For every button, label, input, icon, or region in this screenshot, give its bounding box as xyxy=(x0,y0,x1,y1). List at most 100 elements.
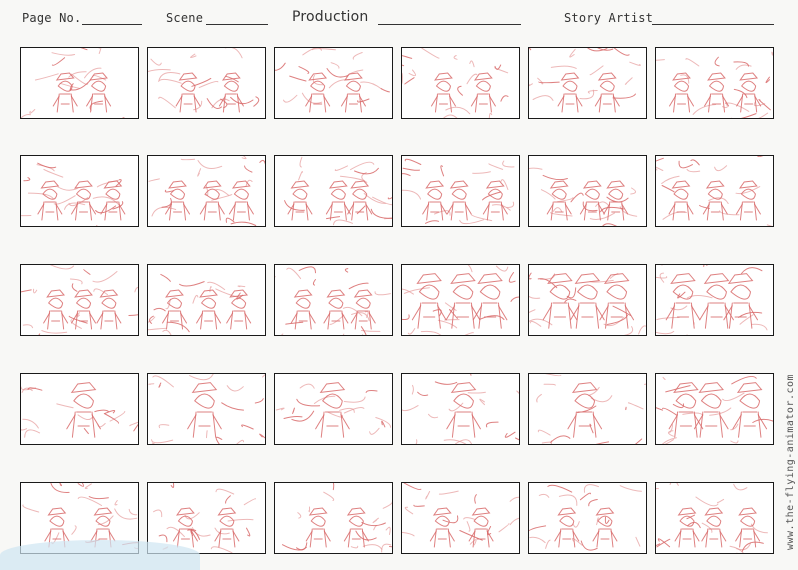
sketch-stroke xyxy=(509,273,515,283)
sketch-stroke xyxy=(597,529,613,547)
sketch-stroke xyxy=(671,335,688,336)
sketch-stroke xyxy=(738,383,762,393)
sketch-stroke xyxy=(607,181,624,188)
storyboard-panel[interactable] xyxy=(20,155,139,227)
sketch-stroke xyxy=(39,334,41,336)
storyboard-panel[interactable] xyxy=(274,155,393,227)
storyboard-panel[interactable] xyxy=(528,482,647,554)
sketch-stroke xyxy=(49,298,63,308)
sketch-stroke xyxy=(414,505,424,506)
sketch-stroke xyxy=(373,518,378,522)
sketch-stroke xyxy=(241,156,246,159)
sketch-stroke xyxy=(656,161,657,170)
sketch-stroke xyxy=(578,285,598,299)
sketch-stroke xyxy=(296,298,310,308)
storyboard-panel[interactable] xyxy=(274,264,393,336)
sketch-stroke xyxy=(705,303,727,328)
sketch-stroke xyxy=(686,59,699,66)
sketch-stroke xyxy=(767,225,774,227)
storyboard-panel[interactable] xyxy=(274,482,393,554)
sketch-stroke xyxy=(421,331,443,336)
sketch-stroke xyxy=(293,189,307,199)
storyboard-panel[interactable] xyxy=(20,264,139,336)
sketch-stroke xyxy=(709,94,725,112)
panel-sketch xyxy=(21,265,139,336)
sketch-stroke xyxy=(581,541,597,550)
sketch-stroke xyxy=(169,181,186,188)
sketch-stroke xyxy=(427,202,443,220)
scene-field[interactable] xyxy=(206,24,268,25)
sketch-stroke xyxy=(295,311,311,329)
sketch-stroke xyxy=(92,81,106,91)
sketch-stroke xyxy=(173,202,183,212)
sketch-stroke xyxy=(490,202,500,212)
storyboard-panel[interactable] xyxy=(528,373,647,445)
storyboard-panel[interactable] xyxy=(401,47,520,119)
sketch-stroke xyxy=(84,270,90,275)
sketch-stroke xyxy=(321,383,345,393)
production-field[interactable] xyxy=(378,24,521,25)
sketch-stroke xyxy=(608,202,624,220)
storyboard-panel[interactable] xyxy=(655,47,774,119)
sketch-stroke xyxy=(599,94,615,112)
sketch-stroke xyxy=(311,81,325,91)
sketch-stroke xyxy=(188,415,222,429)
storyboard-panel[interactable] xyxy=(20,47,139,119)
sketch-stroke xyxy=(600,81,614,91)
storyboard-panel[interactable] xyxy=(274,47,393,119)
storyboard-panel[interactable] xyxy=(147,47,266,119)
page-no-field[interactable] xyxy=(82,24,142,25)
sketch-stroke xyxy=(58,483,62,486)
storyboard-panel[interactable] xyxy=(401,482,520,554)
sketch-stroke xyxy=(471,215,491,221)
storyboard-panel[interactable] xyxy=(20,373,139,445)
storyboard-panel[interactable] xyxy=(147,264,266,336)
storyboard-panel[interactable] xyxy=(655,373,774,445)
sketch-stroke xyxy=(707,202,723,220)
storyboard-panel[interactable] xyxy=(528,264,647,336)
storyboard-panel[interactable] xyxy=(528,155,647,227)
storyboard-panel[interactable] xyxy=(655,155,774,227)
storyboard-panel[interactable] xyxy=(401,373,520,445)
sketch-stroke xyxy=(42,202,58,220)
sketch-stroke xyxy=(468,392,485,393)
sketch-stroke xyxy=(216,489,234,494)
storyboard-panel[interactable] xyxy=(528,47,647,119)
sketch-stroke xyxy=(677,94,687,104)
panel-sketch xyxy=(148,156,266,227)
storyboard-panel[interactable] xyxy=(401,264,520,336)
sketch-stroke xyxy=(631,439,641,445)
sketch-stroke xyxy=(739,412,761,437)
sketch-stroke xyxy=(437,529,447,539)
storyboard-panel[interactable] xyxy=(401,155,520,227)
storyboard-panel[interactable] xyxy=(147,373,266,445)
storyboard-panel[interactable] xyxy=(655,264,774,336)
sketch-stroke xyxy=(77,298,91,308)
sketch-stroke xyxy=(390,547,394,551)
sketch-stroke xyxy=(489,164,503,170)
sketch-stroke xyxy=(543,175,567,179)
sketch-stroke xyxy=(594,48,613,50)
storyboard-panel[interactable] xyxy=(147,155,266,227)
sketch-stroke xyxy=(21,419,27,430)
sketch-stroke xyxy=(607,285,627,299)
storyboard-panel[interactable] xyxy=(655,482,774,554)
sketch-stroke xyxy=(404,483,421,489)
sketch-stroke xyxy=(709,529,719,539)
sketch-stroke xyxy=(554,202,564,212)
sketch-stroke xyxy=(357,206,365,214)
sketch-stroke xyxy=(245,166,253,172)
sketch-stroke xyxy=(517,391,520,396)
storyboard-panel[interactable] xyxy=(274,373,393,445)
sketch-stroke xyxy=(263,374,266,377)
sketch-stroke xyxy=(79,311,89,321)
sketch-stroke xyxy=(309,507,310,512)
sketch-stroke xyxy=(538,430,550,435)
story-artist-field[interactable] xyxy=(652,24,774,25)
sketch-stroke xyxy=(417,274,441,284)
sketch-stroke xyxy=(599,73,616,80)
sketch-stroke xyxy=(464,518,476,520)
sketch-stroke xyxy=(321,412,343,437)
sketch-stroke xyxy=(551,213,573,216)
sketch-stroke xyxy=(177,508,194,515)
